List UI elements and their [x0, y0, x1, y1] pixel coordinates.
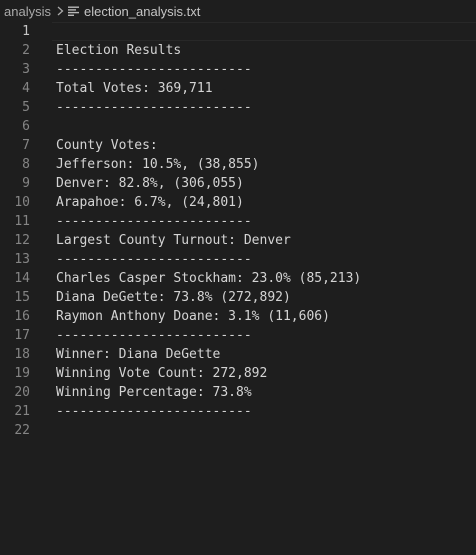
line-text: County Votes:: [56, 138, 158, 153]
line-text: Largest County Turnout: Denver: [56, 233, 291, 248]
line-number: 22: [14, 423, 30, 438]
line-number: 18: [14, 347, 30, 362]
line-number: 14: [14, 271, 30, 286]
line-number: 5: [22, 100, 30, 115]
code-line[interactable]: 14 Charles Casper Stockham: 23.0% (85,213…: [0, 269, 476, 288]
line-text: -------------------------: [56, 328, 252, 343]
line-number: 13: [14, 252, 30, 267]
line-number: 8: [22, 157, 30, 172]
line-number: 19: [14, 366, 30, 381]
code-line[interactable]: 19 Winning Vote Count: 272,892: [0, 364, 476, 383]
code-area[interactable]: 1 2 Election Results 3 ---------------------…: [0, 22, 476, 440]
line-number: 17: [14, 328, 30, 343]
code-line[interactable]: 13 -------------------------: [0, 250, 476, 269]
code-line[interactable]: 11 -------------------------: [0, 212, 476, 231]
code-line[interactable]: 18 Winner: Diana DeGette: [0, 345, 476, 364]
line-text: Charles Casper Stockham: 23.0% (85,213): [56, 271, 362, 286]
code-line[interactable]: 8 Jefferson: 10.5%, (38,855): [0, 155, 476, 174]
code-line[interactable]: 21 -------------------------: [0, 402, 476, 421]
line-number: 2: [22, 43, 30, 58]
code-line[interactable]: 5 -------------------------: [0, 98, 476, 117]
code-line[interactable]: 16 Raymon Anthony Doane: 3.1% (11,606): [0, 307, 476, 326]
code-line[interactable]: 12 Largest County Turnout: Denver: [0, 231, 476, 250]
line-text: Denver: 82.8%, (306,055): [56, 176, 244, 191]
line-number: 7: [22, 138, 30, 153]
line-text: -------------------------: [56, 100, 252, 115]
line-text: Raymon Anthony Doane: 3.1% (11,606): [56, 309, 330, 324]
code-line[interactable]: 22: [0, 421, 476, 440]
line-number: 1: [22, 24, 30, 39]
line-text: Winning Percentage: 73.8%: [56, 385, 252, 400]
line-number: 10: [14, 195, 30, 210]
editor-window: analysis election_analysis.txt 1 2 Electio…: [0, 0, 476, 555]
current-line[interactable]: 1: [0, 22, 476, 41]
code-line[interactable]: 6: [0, 117, 476, 136]
line-text: -------------------------: [56, 252, 252, 267]
code-line[interactable]: 4 Total Votes: 369,711: [0, 79, 476, 98]
line-number: 16: [14, 309, 30, 324]
line-text: Arapahoe: 6.7%, (24,801): [56, 195, 244, 210]
code-line[interactable]: 15 Diana DeGette: 73.8% (272,892): [0, 288, 476, 307]
code-line[interactable]: 17 -------------------------: [0, 326, 476, 345]
code-line[interactable]: 10 Arapahoe: 6.7%, (24,801): [0, 193, 476, 212]
code-line[interactable]: 20 Winning Percentage: 73.8%: [0, 383, 476, 402]
line-text: -------------------------: [56, 404, 252, 419]
line-number: 9: [22, 176, 30, 191]
code-line[interactable]: 9 Denver: 82.8%, (306,055): [0, 174, 476, 193]
line-number: 6: [22, 119, 30, 134]
line-number: 11: [14, 214, 30, 229]
line-text: -------------------------: [56, 62, 252, 77]
code-line[interactable]: 7 County Votes:: [0, 136, 476, 155]
line-text: -------------------------: [56, 214, 252, 229]
breadcrumb-folder[interactable]: analysis: [4, 4, 51, 19]
line-text: Diana DeGette: 73.8% (272,892): [56, 290, 291, 305]
line-number: 20: [14, 385, 30, 400]
line-number: 12: [14, 233, 30, 248]
chevron-right-icon: [57, 6, 64, 16]
line-text: Winner: Diana DeGette: [56, 347, 221, 362]
breadcrumb: analysis election_analysis.txt: [0, 0, 476, 22]
line-number: 21: [14, 404, 30, 419]
line-number: 3: [22, 62, 30, 77]
code-line[interactable]: 3 -------------------------: [0, 60, 476, 79]
line-text: Winning Vote Count: 272,892: [56, 366, 268, 381]
breadcrumb-file[interactable]: election_analysis.txt: [84, 4, 200, 19]
text-file-icon: [67, 6, 79, 16]
line-text: Election Results: [56, 43, 182, 58]
line-text: Jefferson: 10.5%, (38,855): [56, 157, 260, 172]
line-number: 4: [22, 81, 30, 96]
line-number: 15: [14, 290, 30, 305]
line-text: Total Votes: 369,711: [56, 81, 213, 96]
code-line[interactable]: 2 Election Results: [0, 41, 476, 60]
